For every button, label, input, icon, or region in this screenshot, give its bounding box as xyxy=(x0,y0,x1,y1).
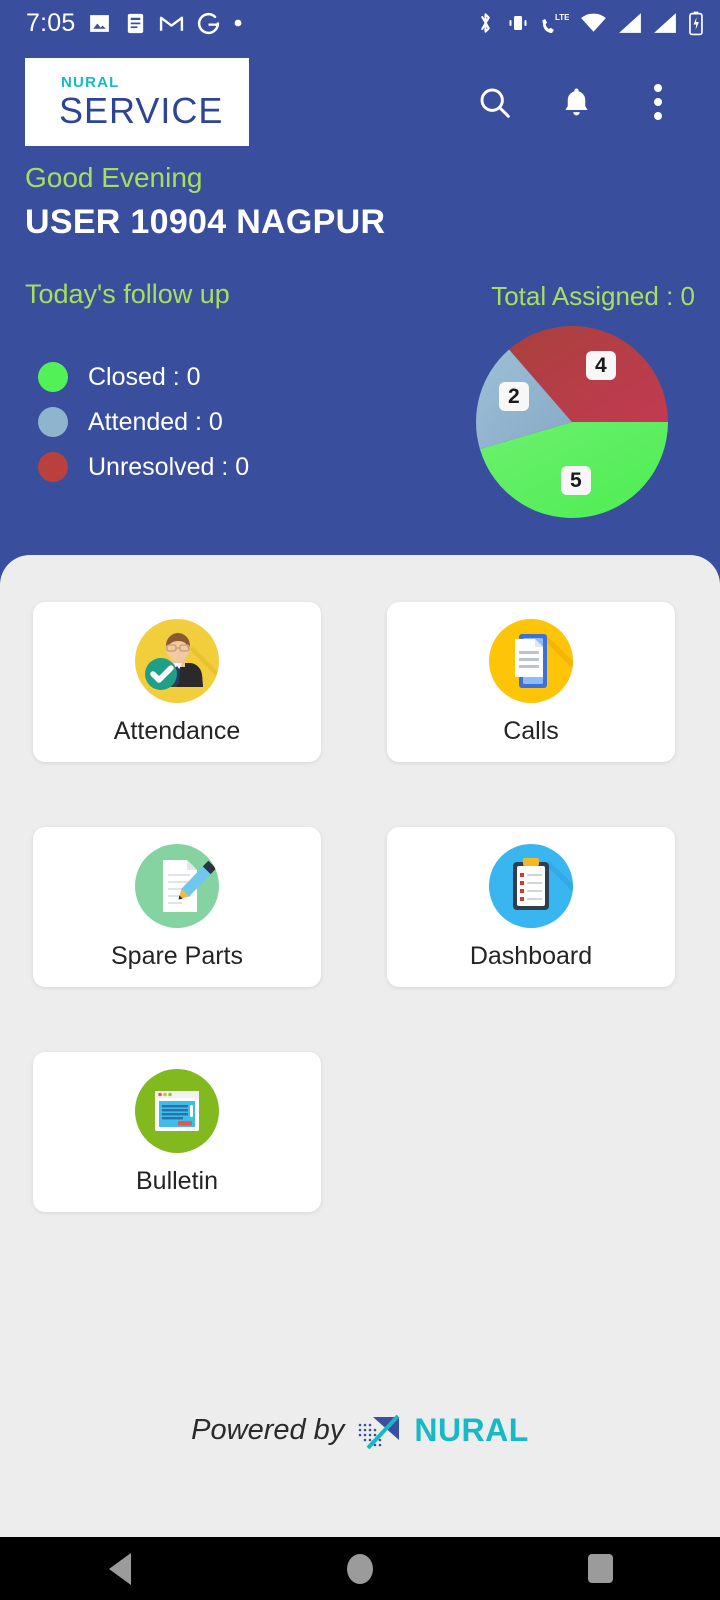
followup-title: Today's follow up xyxy=(25,279,230,309)
legend-dot-closed xyxy=(38,362,68,392)
legend-dot-attended xyxy=(38,407,68,437)
notifications-icon[interactable] xyxy=(556,82,596,122)
legend-item-closed: Closed : 0 xyxy=(38,362,249,392)
greeting-username: USER 10904 NAGPUR xyxy=(25,203,386,241)
greeting-salutation: Good Evening xyxy=(25,162,203,193)
google-icon xyxy=(198,12,220,34)
legend-label-unresolved: Unresolved : 0 xyxy=(88,452,250,481)
total-assigned-label: Total Assigned : 0 xyxy=(491,281,695,311)
chart-legend: Closed : 0 Attended : 0 Unresolved : 0 xyxy=(38,362,249,482)
calls-icon xyxy=(489,618,573,703)
pie-label-closed: 5 xyxy=(561,466,591,496)
lte-call-icon: LTE xyxy=(542,13,569,33)
signal-icon-2 xyxy=(654,13,676,33)
app-root: 7:05 LTE NURAL SERVICE Good Evening USER… xyxy=(0,0,720,1600)
bluetooth-icon xyxy=(481,13,490,33)
legend-item-unresolved: Unresolved : 0 xyxy=(38,452,249,482)
status-bar: 7:05 LTE xyxy=(0,0,720,46)
system-nav-bar xyxy=(0,1537,720,1600)
status-bar-left: 7:05 xyxy=(0,9,243,38)
dot-icon xyxy=(235,19,242,27)
article-icon xyxy=(128,13,144,33)
legend-item-attended: Attended : 0 xyxy=(38,407,249,437)
tile-label-attendance: Attendance xyxy=(113,716,241,745)
legend-label-closed: Closed : 0 xyxy=(88,362,201,391)
search-icon[interactable] xyxy=(474,82,514,122)
attendance-icon xyxy=(135,618,219,703)
tile-calls[interactable]: Calls xyxy=(387,602,675,762)
overflow-menu-icon[interactable] xyxy=(638,82,678,122)
tile-label-spare-parts: Spare Parts xyxy=(110,941,243,970)
nural-logo-mark-icon xyxy=(359,1414,400,1449)
image-icon xyxy=(90,14,110,32)
tile-label-calls: Calls xyxy=(503,716,559,745)
greeting-block: Good Evening USER 10904 NAGPUR xyxy=(25,162,385,242)
pie-chart: 5 2 4 xyxy=(476,322,668,522)
powered-by-brand: NURAL xyxy=(414,1411,529,1448)
wifi-icon xyxy=(581,13,606,32)
nav-back-button[interactable] xyxy=(60,1537,180,1600)
nav-home-button[interactable] xyxy=(300,1537,420,1600)
tile-spare-parts[interactable]: Spare Parts xyxy=(33,827,321,987)
vibrate-icon xyxy=(509,16,527,30)
app-logo: NURAL SERVICE xyxy=(25,58,249,146)
tile-dashboard[interactable]: Dashboard xyxy=(387,827,675,987)
tile-grid: Attendance Calls Spare Parts Dashboard B… xyxy=(33,602,687,1212)
tile-label-dashboard: Dashboard xyxy=(469,941,593,970)
status-time: 7:05 xyxy=(26,8,76,37)
pie-label-attended: 2 xyxy=(499,382,529,412)
legend-dot-unresolved xyxy=(38,452,68,482)
dashboard-icon xyxy=(489,843,573,928)
nav-recents-button[interactable] xyxy=(540,1537,660,1600)
powered-by-text: Powered by xyxy=(191,1413,345,1446)
content-sheet: Attendance Calls Spare Parts Dashboard B… xyxy=(0,555,720,1537)
logo-nural-text: NURAL xyxy=(61,74,120,91)
bulletin-icon xyxy=(135,1068,219,1153)
app-bar: NURAL SERVICE xyxy=(0,46,720,158)
battery-icon xyxy=(689,11,703,35)
pie-label-unresolved: 4 xyxy=(586,351,616,381)
signal-icon xyxy=(619,13,641,33)
legend-label-attended: Attended : 0 xyxy=(88,407,223,436)
gmail-icon xyxy=(160,16,184,31)
status-bar-right: LTE xyxy=(476,10,720,36)
svg-text:LTE: LTE xyxy=(555,13,569,22)
spare-parts-icon xyxy=(135,843,219,928)
tile-label-bulletin: Bulletin xyxy=(136,1166,218,1195)
tile-bulletin[interactable]: Bulletin xyxy=(33,1052,321,1212)
tile-attendance[interactable]: Attendance xyxy=(33,602,321,762)
powered-by-footer: Powered by NURAL xyxy=(0,1411,720,1449)
app-bar-actions xyxy=(474,82,720,122)
logo-service-text: SERVICE xyxy=(59,90,224,131)
